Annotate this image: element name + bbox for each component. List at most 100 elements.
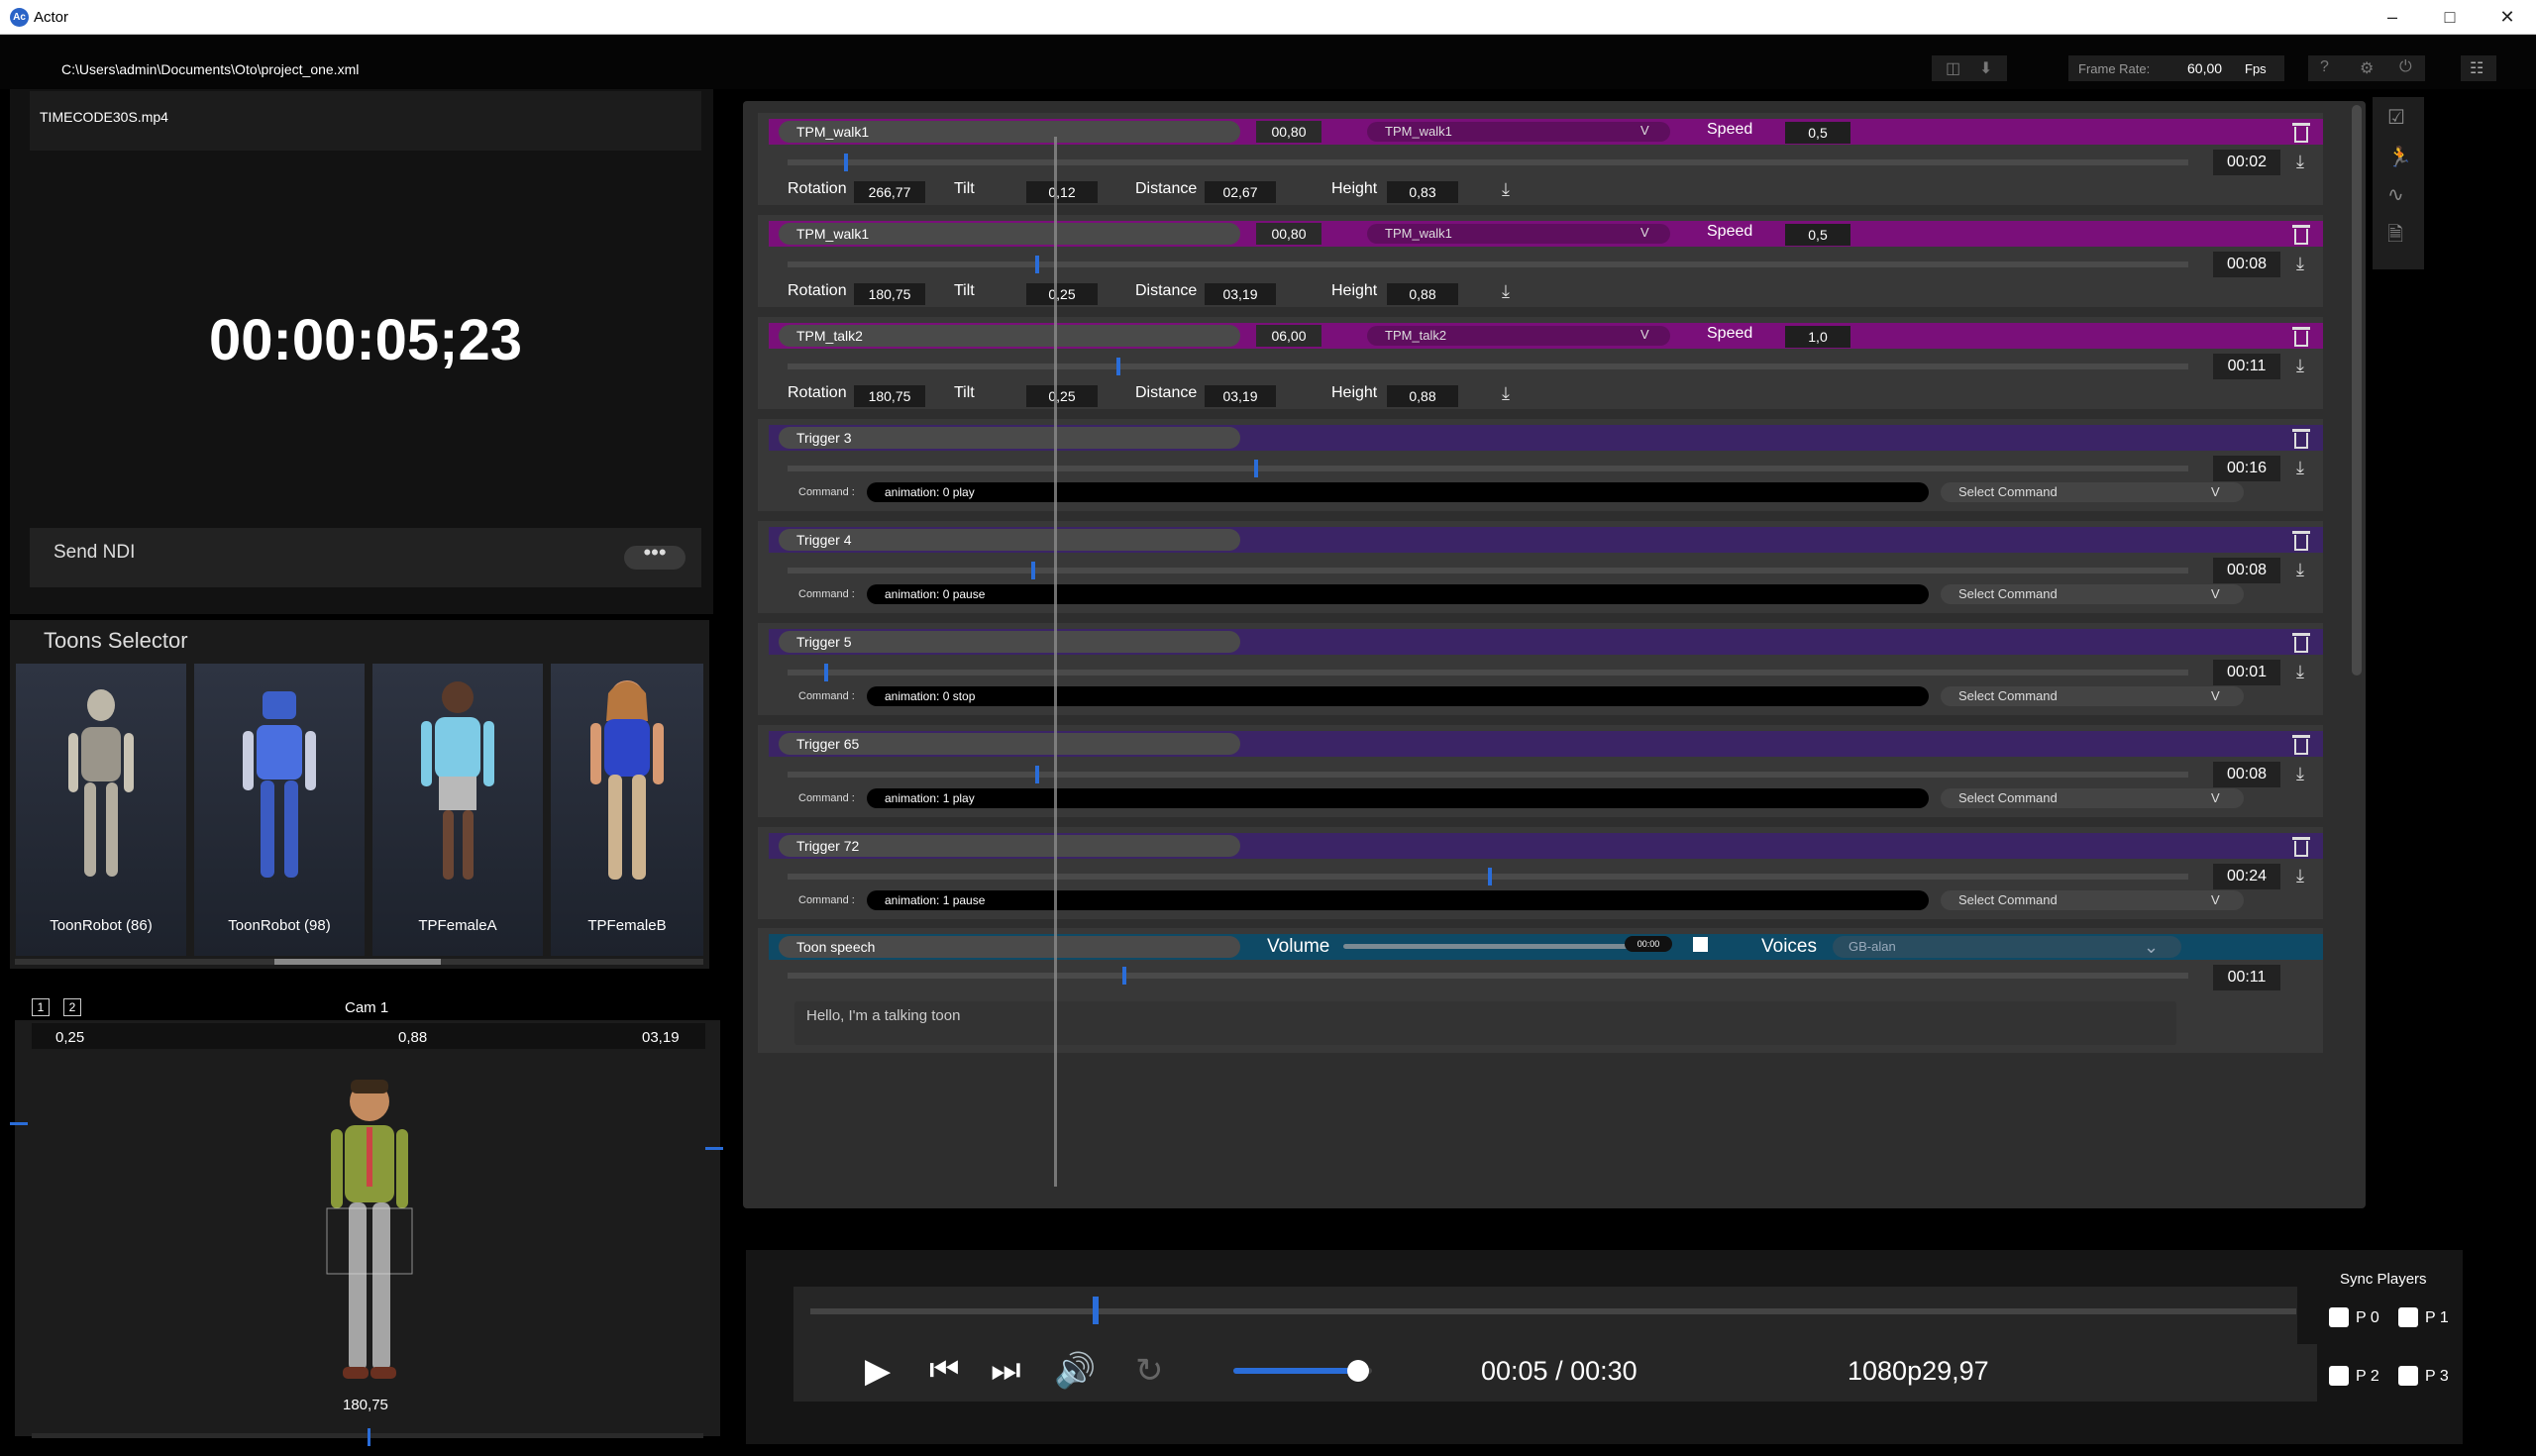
checklist-icon[interactable]: ☑ bbox=[2387, 105, 2405, 130]
trigger-slider[interactable] bbox=[788, 772, 2188, 778]
download-icon[interactable]: ⤓ bbox=[2292, 357, 2308, 374]
distance-value[interactable]: 03,19 bbox=[1205, 385, 1276, 407]
download-icon[interactable]: ⤓ bbox=[2292, 459, 2308, 476]
command-field[interactable]: animation: 0 stop bbox=[867, 686, 1929, 706]
cam-tab-1[interactable]: 1 bbox=[32, 998, 50, 1016]
speed-value[interactable]: 0,5 bbox=[1785, 122, 1850, 144]
player-volume-knob[interactable] bbox=[1347, 1360, 1369, 1382]
volume-icon[interactable]: 🔊 bbox=[1054, 1351, 1096, 1391]
select-command-dropdown[interactable]: Select Command bbox=[1941, 482, 2244, 502]
trigger-slider[interactable] bbox=[788, 466, 2188, 471]
scroll-thumb[interactable] bbox=[274, 959, 441, 965]
animation-row-name[interactable]: TPM_talk2 bbox=[779, 325, 1240, 347]
trigger-time[interactable]: 00:08 bbox=[2213, 558, 2280, 583]
trash-icon[interactable] bbox=[2294, 535, 2308, 551]
trigger-marker[interactable] bbox=[1488, 868, 1492, 885]
script-icon[interactable]: 🗎 bbox=[2387, 220, 2403, 254]
animation-slider[interactable] bbox=[788, 159, 2188, 165]
download-icon[interactable]: ⤓ bbox=[2292, 663, 2308, 680]
trash-icon[interactable] bbox=[2294, 331, 2308, 347]
trash-icon[interactable] bbox=[2294, 637, 2308, 653]
animation-row-value[interactable]: 00,80 bbox=[1256, 223, 1321, 245]
select-command-dropdown[interactable]: Select Command bbox=[1941, 686, 2244, 706]
sync-p3-checkbox[interactable] bbox=[2398, 1366, 2418, 1386]
height-value[interactable]: 0,83 bbox=[1387, 181, 1458, 203]
new-file-icon[interactable]: ◫ bbox=[1946, 58, 1960, 78]
trigger-slider[interactable] bbox=[788, 670, 2188, 676]
help-icon[interactable]: ? bbox=[2320, 58, 2329, 76]
waveform-icon[interactable]: ∿ bbox=[2387, 182, 2404, 207]
download-icon[interactable]: ⤓ bbox=[1498, 384, 1514, 402]
settings-gear-icon[interactable]: ⚙ bbox=[2360, 58, 2374, 78]
animation-row-value[interactable]: 00,80 bbox=[1256, 121, 1321, 143]
speed-value[interactable]: 0,5 bbox=[1785, 224, 1850, 246]
playhead-line[interactable] bbox=[1054, 137, 1057, 1187]
command-field[interactable]: animation: 0 play bbox=[867, 482, 1929, 502]
close-icon[interactable]: ✕ bbox=[2484, 4, 2530, 30]
download-icon[interactable]: ⤓ bbox=[1498, 282, 1514, 300]
trigger-row-name[interactable]: Trigger 3 bbox=[779, 427, 1240, 449]
speech-text-area[interactable]: Hello, I'm a talking toon bbox=[794, 1001, 2176, 1045]
maximize-icon[interactable]: □ bbox=[2427, 4, 2473, 30]
download-icon[interactable]: ⤓ bbox=[2292, 561, 2308, 578]
trigger-time[interactable]: 00:08 bbox=[2213, 762, 2280, 787]
animation-time[interactable]: 00:11 bbox=[2213, 354, 2280, 379]
cam-tab-2[interactable]: 2 bbox=[63, 998, 81, 1016]
toon-card[interactable]: TPFemaleB bbox=[551, 664, 703, 956]
trash-icon[interactable] bbox=[2292, 531, 2310, 534]
sync-p0-checkbox[interactable] bbox=[2329, 1307, 2349, 1327]
trigger-marker[interactable] bbox=[1031, 562, 1036, 579]
minimize-icon[interactable]: – bbox=[2370, 4, 2415, 30]
save-download-icon[interactable]: ⬇ bbox=[1979, 58, 1992, 78]
rotation-value[interactable]: 180,75 bbox=[854, 283, 925, 305]
speech-time[interactable]: 00:11 bbox=[2213, 965, 2280, 990]
timeline-scrollbar[interactable] bbox=[2352, 105, 2362, 676]
trigger-marker[interactable] bbox=[823, 664, 828, 681]
command-field[interactable]: animation: 1 pause bbox=[867, 890, 1929, 910]
trash-icon[interactable] bbox=[2294, 841, 2308, 857]
height-value[interactable]: 0,88 bbox=[1387, 283, 1458, 305]
height-value[interactable]: 0,88 bbox=[1387, 385, 1458, 407]
speech-slider[interactable] bbox=[788, 973, 2188, 979]
select-command-dropdown[interactable]: Select Command bbox=[1941, 890, 2244, 910]
speech-marker[interactable] bbox=[1121, 967, 1126, 985]
trigger-time[interactable]: 00:16 bbox=[2213, 456, 2280, 481]
rotation-value[interactable]: 266,77 bbox=[854, 181, 925, 203]
animation-row-name[interactable]: TPM_walk1 bbox=[779, 121, 1240, 143]
player-progress-marker[interactable] bbox=[1093, 1297, 1099, 1324]
trash-icon[interactable] bbox=[2294, 127, 2308, 143]
trash-icon[interactable] bbox=[2294, 433, 2308, 449]
toon-card[interactable]: TPFemaleA bbox=[372, 664, 543, 956]
running-icon[interactable]: 🏃 bbox=[2387, 145, 2412, 169]
animation-row-value[interactable]: 06,00 bbox=[1256, 325, 1321, 347]
animation-marker[interactable] bbox=[1116, 358, 1121, 375]
tilt-value[interactable]: 0,25 bbox=[1026, 283, 1098, 305]
trash-icon[interactable] bbox=[2294, 229, 2308, 245]
volume-slider[interactable] bbox=[1343, 944, 1631, 949]
sync-p2-checkbox[interactable] bbox=[2329, 1366, 2349, 1386]
trigger-time[interactable]: 00:01 bbox=[2213, 660, 2280, 685]
download-icon[interactable]: ⤓ bbox=[2292, 255, 2308, 272]
player-progress-track[interactable] bbox=[810, 1308, 2296, 1314]
animation-select[interactable]: TPM_walk1 bbox=[1367, 224, 1670, 244]
trash-icon[interactable] bbox=[2292, 735, 2310, 738]
distance-value[interactable]: 02,67 bbox=[1205, 181, 1276, 203]
speech-row-name[interactable]: Toon speech bbox=[779, 936, 1240, 958]
animation-row-name[interactable]: TPM_walk1 bbox=[779, 223, 1240, 245]
sync-p1-checkbox[interactable] bbox=[2398, 1307, 2418, 1327]
more-options-button[interactable]: ••• bbox=[624, 542, 686, 570]
tilt-value[interactable]: 0,12 bbox=[1026, 181, 1098, 203]
animation-time[interactable]: 00:02 bbox=[2213, 150, 2280, 175]
toon-card[interactable]: ToonRobot (98) bbox=[194, 664, 365, 956]
trash-icon[interactable] bbox=[2292, 123, 2310, 126]
command-field[interactable]: animation: 0 pause bbox=[867, 584, 1929, 604]
loop-icon[interactable]: ↻ bbox=[1135, 1351, 1164, 1391]
frame-rate-value[interactable]: 60,00 bbox=[2187, 60, 2222, 76]
volume-checkbox[interactable] bbox=[1693, 937, 1708, 952]
trigger-marker[interactable] bbox=[1035, 766, 1040, 783]
trash-icon[interactable] bbox=[2292, 429, 2310, 432]
download-icon[interactable]: ⤓ bbox=[2292, 867, 2308, 884]
tilt-value[interactable]: 0,25 bbox=[1026, 385, 1098, 407]
layout-icon[interactable]: ☷ bbox=[2470, 58, 2483, 78]
command-field[interactable]: animation: 1 play bbox=[867, 788, 1929, 808]
